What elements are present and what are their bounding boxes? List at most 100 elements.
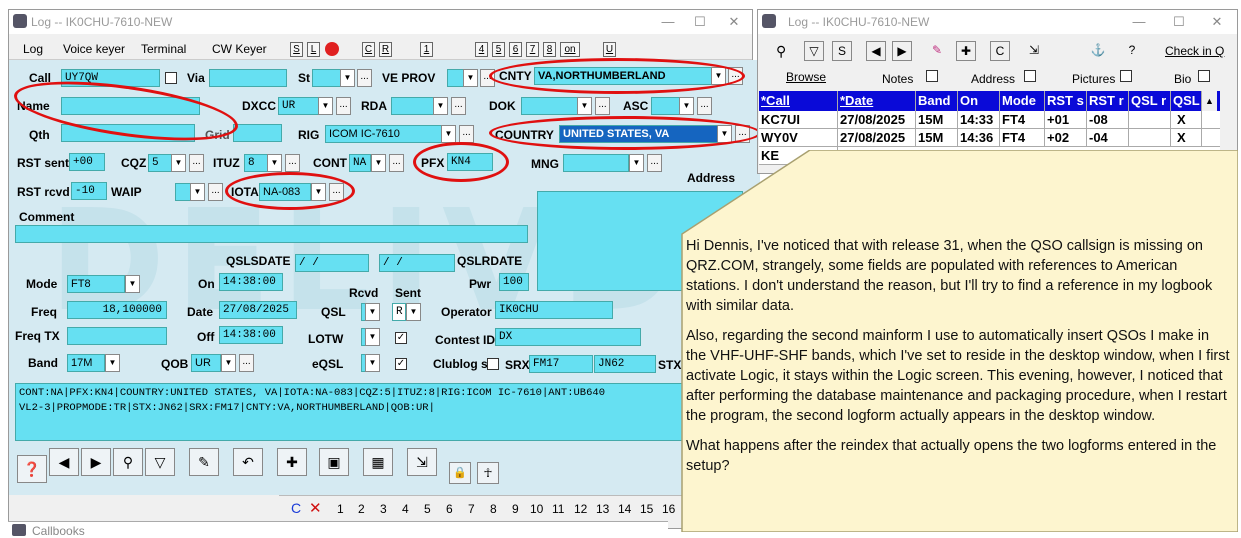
- rda-dropdown-icon[interactable]: ▼: [433, 97, 448, 115]
- save-icon[interactable]: ▣: [319, 448, 349, 476]
- qob-more-button[interactable]: ...: [239, 354, 254, 372]
- eraser-icon[interactable]: ✎: [189, 448, 219, 476]
- previous-record-button[interactable]: ◀: [866, 41, 886, 61]
- menu-terminal[interactable]: Terminal: [141, 42, 186, 56]
- column-band[interactable]: Band: [916, 91, 958, 111]
- grid-input[interactable]: [233, 124, 282, 142]
- exit-door-icon[interactable]: ⇲: [1024, 41, 1044, 61]
- memory-8-button[interactable]: 8: [543, 42, 556, 57]
- minimize-icon[interactable]: —: [658, 13, 678, 31]
- qslrdate-input[interactable]: / /: [379, 254, 455, 272]
- exit-door-icon[interactable]: ⇲: [407, 448, 437, 476]
- tab-notes[interactable]: Notes: [882, 72, 913, 86]
- cqz-dropdown-icon[interactable]: ▼: [171, 154, 186, 172]
- help-icon[interactable]: ?: [1122, 41, 1142, 61]
- check-in-qsl-link[interactable]: Check in Q: [1165, 44, 1224, 58]
- anchor-icon[interactable]: ⚓: [1088, 41, 1108, 61]
- lotw-sent-checkbox[interactable]: ✓: [395, 332, 407, 344]
- undo-icon[interactable]: ↶: [233, 448, 263, 476]
- lotw-rcvd-dropdown-icon[interactable]: ▼: [365, 328, 380, 346]
- column-on[interactable]: On: [958, 91, 1000, 111]
- callbooks-window[interactable]: Callbooks: [8, 521, 668, 538]
- s-button[interactable]: S: [290, 42, 303, 57]
- add-record-icon[interactable]: ✚: [956, 41, 976, 61]
- page-close-icon[interactable]: ✕: [309, 499, 322, 517]
- tab-browse[interactable]: Browse: [786, 70, 826, 84]
- scroll-up-icon[interactable]: ▲: [1202, 91, 1217, 111]
- on-button[interactable]: on: [560, 42, 580, 57]
- qsl-sent-input[interactable]: R: [392, 303, 406, 321]
- qob-input[interactable]: UR: [191, 354, 221, 372]
- rig-dropdown-icon[interactable]: ▼: [441, 125, 456, 143]
- page-16[interactable]: 16: [662, 502, 675, 516]
- menu-log[interactable]: Log: [23, 42, 43, 56]
- mng-dropdown-icon[interactable]: ▼: [629, 154, 644, 172]
- column-call[interactable]: *Call: [759, 91, 838, 111]
- rda-input[interactable]: [391, 97, 435, 115]
- page-3[interactable]: 3: [380, 502, 387, 516]
- record-icon[interactable]: [325, 42, 339, 56]
- minimize-icon[interactable]: —: [1129, 13, 1149, 31]
- page-15[interactable]: 15: [640, 502, 653, 516]
- column-mode[interactable]: Mode: [1000, 91, 1045, 111]
- cqz-input[interactable]: 5: [148, 154, 172, 172]
- page-1[interactable]: 1: [337, 502, 344, 516]
- c-button[interactable]: C: [990, 41, 1010, 61]
- close-icon[interactable]: ✕: [724, 13, 744, 31]
- pictures-checkbox[interactable]: [1120, 70, 1132, 82]
- column-rst-rcvd[interactable]: RST r: [1087, 91, 1129, 111]
- help-button[interactable]: ❓: [17, 455, 47, 483]
- next-record-button[interactable]: ▶: [81, 448, 111, 476]
- binoculars-search-icon[interactable]: ⚲: [776, 43, 786, 60]
- address-checkbox[interactable]: [1024, 70, 1036, 82]
- asc-dropdown-icon[interactable]: ▼: [679, 97, 694, 115]
- page-10[interactable]: 10: [530, 502, 543, 516]
- filter-icon[interactable]: ▽: [145, 448, 175, 476]
- rda-more-button[interactable]: ...: [451, 97, 466, 115]
- dxcc-input[interactable]: UR: [278, 97, 320, 115]
- maximize-icon[interactable]: ☐: [1169, 13, 1189, 31]
- menu-cw-keyer[interactable]: CW Keyer: [212, 42, 267, 56]
- memory-6-button[interactable]: 6: [509, 42, 522, 57]
- mng-input[interactable]: [563, 154, 629, 172]
- s-button[interactable]: S: [832, 41, 852, 61]
- ituz-dropdown-icon[interactable]: ▼: [267, 154, 282, 172]
- page-c-button[interactable]: C: [291, 500, 301, 516]
- waip-dropdown-icon[interactable]: ▼: [190, 183, 205, 201]
- rig-input[interactable]: ICOM IC-7610: [325, 125, 443, 143]
- ituz-more-button[interactable]: ...: [285, 154, 300, 172]
- dok-more-button[interactable]: ...: [595, 97, 610, 115]
- ve-prov-input[interactable]: [447, 69, 464, 87]
- qsl-sent-dropdown-icon[interactable]: ▼: [406, 303, 421, 321]
- l-button[interactable]: L: [307, 42, 320, 57]
- page-14[interactable]: 14: [618, 502, 631, 516]
- table-row[interactable]: WY0V 27/08/2025 15M 14:36 FT4 +02 -04 X: [759, 129, 1220, 147]
- cqz-more-button[interactable]: ...: [189, 154, 204, 172]
- next-record-button[interactable]: ▶: [892, 41, 912, 61]
- adif-notes-textarea[interactable]: CONT:NA|PFX:KN4|COUNTRY:UNITED STATES, V…: [15, 383, 745, 441]
- comment-input[interactable]: [15, 225, 528, 243]
- tab-pictures[interactable]: Pictures: [1072, 72, 1115, 86]
- dok-dropdown-icon[interactable]: ▼: [577, 97, 592, 115]
- dok-input[interactable]: [521, 97, 579, 115]
- mode-dropdown-icon[interactable]: ▼: [125, 275, 140, 293]
- rst-sent-input[interactable]: +00: [69, 153, 105, 171]
- binoculars-search-icon[interactable]: ⚲: [113, 448, 143, 476]
- qob-dropdown-icon[interactable]: ▼: [221, 354, 236, 372]
- waip-input[interactable]: [175, 183, 191, 201]
- mng-more-button[interactable]: ...: [647, 154, 662, 172]
- band-dropdown-icon[interactable]: ▼: [105, 354, 120, 372]
- cont-input[interactable]: NA: [349, 154, 371, 172]
- page-9[interactable]: 9: [512, 502, 519, 516]
- call-checkbox[interactable]: [165, 72, 177, 84]
- bio-checkbox[interactable]: [1198, 70, 1210, 82]
- page-5[interactable]: 5: [424, 502, 431, 516]
- page-2[interactable]: 2: [358, 502, 365, 516]
- maximize-icon[interactable]: ☐: [690, 13, 710, 31]
- pwr-input[interactable]: 100: [499, 273, 529, 291]
- contest-id-input[interactable]: DX: [495, 328, 641, 346]
- asc-more-button[interactable]: ...: [697, 97, 712, 115]
- st-input[interactable]: [312, 69, 342, 87]
- date-input[interactable]: 27/08/2025: [219, 301, 297, 319]
- filter-icon[interactable]: ▽: [804, 41, 824, 61]
